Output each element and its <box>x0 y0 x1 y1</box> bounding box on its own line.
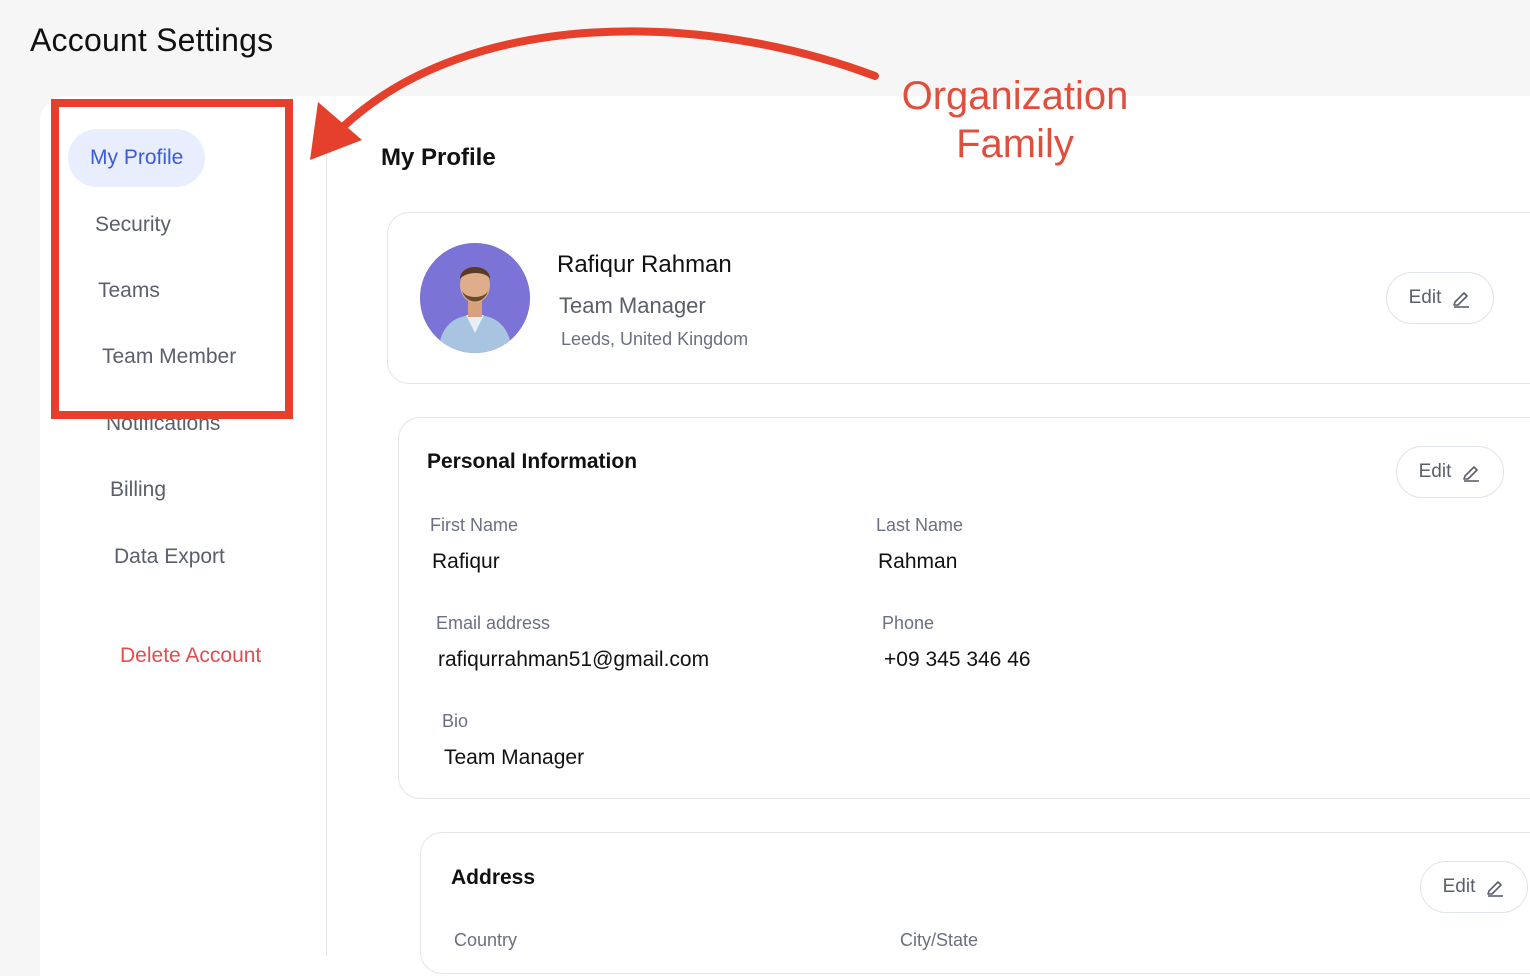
profile-card: Rafiqur Rahman Team Manager Leeds, Unite… <box>387 212 1530 384</box>
sidebar-item-data-export[interactable]: Data Export <box>114 545 225 569</box>
annotation-highlight-box <box>51 99 293 419</box>
delete-account-button[interactable]: Delete Account <box>120 644 261 668</box>
phone-value: +09 345 346 46 <box>884 648 1031 671</box>
first-name-value: Rafiqur <box>432 550 500 573</box>
main-title: My Profile <box>381 144 496 171</box>
email-value: rafiqurrahman51@gmail.com <box>438 648 710 671</box>
edit-label: Edit <box>1408 287 1442 308</box>
sidebar-item-billing[interactable]: Billing <box>110 478 166 502</box>
bio-label: Bio <box>442 711 469 731</box>
annotation-label: Organization Family <box>890 72 1140 168</box>
last-name-label: Last Name <box>876 515 964 535</box>
annotation-line-1: Organization <box>901 74 1129 118</box>
edit-label: Edit <box>1418 461 1452 482</box>
personal-info-edit-button[interactable]: Edit <box>1396 446 1504 498</box>
sidebar-divider <box>326 150 327 956</box>
avatar <box>420 243 530 353</box>
phone-label: Phone <box>882 613 935 633</box>
profile-role: Team Manager <box>559 293 706 318</box>
last-name-value: Rahman <box>878 550 958 573</box>
address-edit-button[interactable]: Edit <box>1420 861 1528 913</box>
first-name-label: First Name <box>430 515 519 535</box>
annotation-line-2: Family <box>956 122 1074 166</box>
city-state-label: City/State <box>900 930 979 950</box>
pencil-icon <box>1453 292 1470 308</box>
profile-edit-button[interactable]: Edit <box>1386 272 1494 324</box>
page-title: Account Settings <box>30 22 274 58</box>
address-card: Address Edit Country City/State <box>420 832 1530 974</box>
profile-location: Leeds, United Kingdom <box>561 329 749 349</box>
country-label: Country <box>454 930 518 950</box>
pencil-icon <box>1463 466 1480 482</box>
email-label: Email address <box>436 613 551 633</box>
avatar-person-icon <box>420 243 530 353</box>
address-title: Address <box>451 866 536 889</box>
personal-info-title: Personal Information <box>427 450 638 473</box>
bio-value: Team Manager <box>444 746 585 769</box>
personal-info-card: Personal Information Edit First Name Raf… <box>398 417 1530 799</box>
edit-label: Edit <box>1442 876 1476 897</box>
profile-name: Rafiqur Rahman <box>557 251 732 278</box>
pencil-icon <box>1487 881 1504 897</box>
